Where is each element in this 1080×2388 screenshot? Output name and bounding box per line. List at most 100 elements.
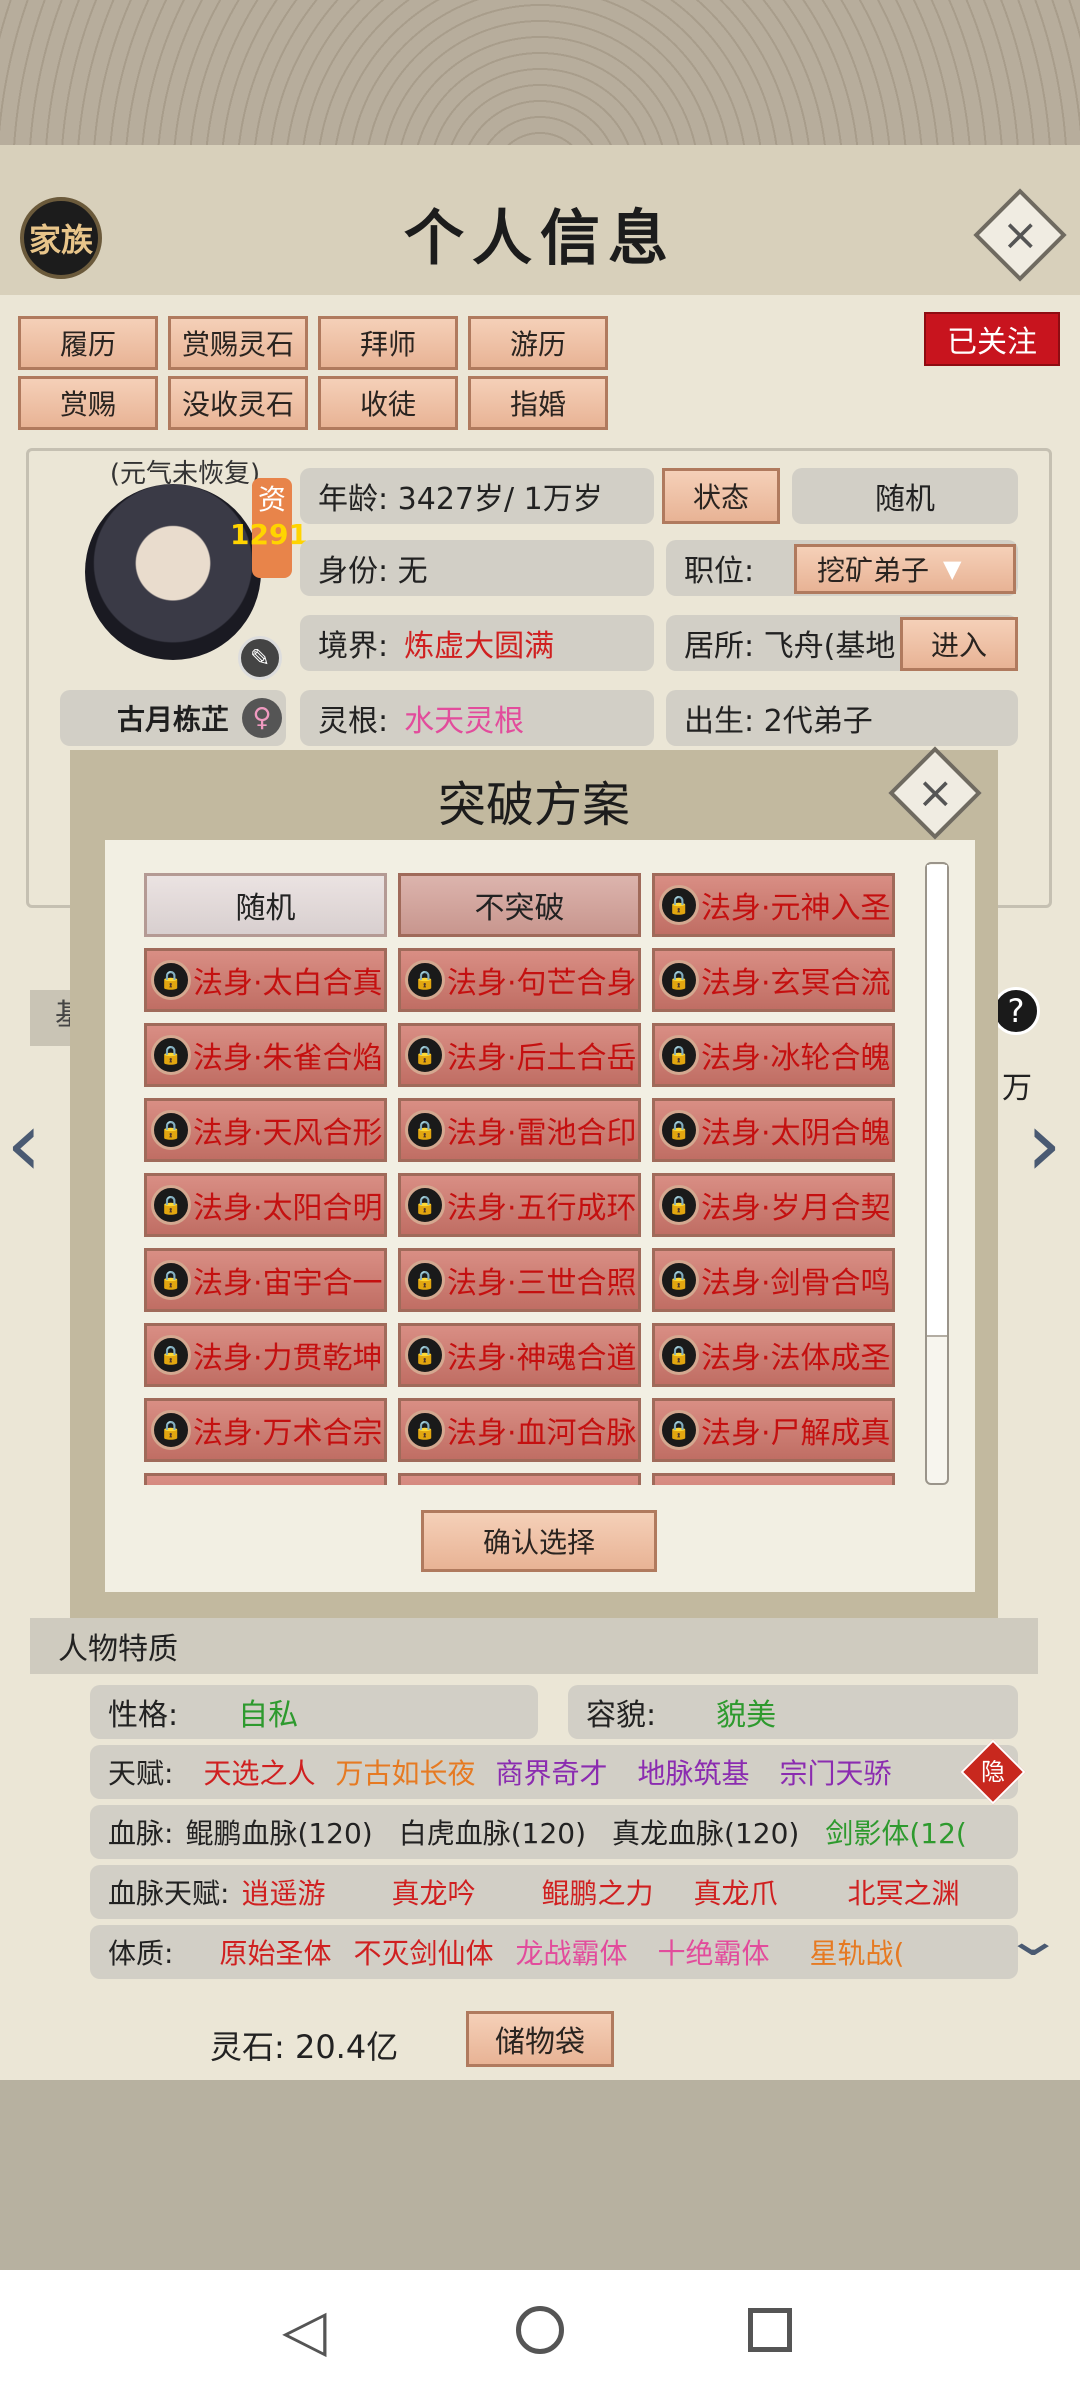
breakthrough-option[interactable]: 🔒 法身·太白合真 [144, 948, 387, 1012]
talent-item: 宗门天骄 [779, 1757, 892, 1790]
option-label: 随机 [235, 891, 296, 926]
back-icon[interactable]: ◁ [282, 2296, 327, 2364]
breakthrough-option[interactable]: 🔒 法身·朱雀合焰 [144, 1023, 387, 1087]
realm-value: 炼虚大圆满 [404, 629, 555, 664]
character-name-text: 古月栋芷 [116, 703, 229, 736]
breakthrough-option[interactable]: 🔒 法身·句芒合身 [398, 948, 641, 1012]
option-label: 法身·岁月合契 [701, 1191, 891, 1226]
breakthrough-option[interactable]: 🔒 法身·剑骨合鸣 [652, 1248, 895, 1312]
lock-icon: 🔒 [659, 1185, 699, 1225]
breakthrough-option[interactable]: 🔒 法身·冰轮合魄 [652, 1023, 895, 1087]
confirm-button[interactable]: 确认选择 [421, 1510, 657, 1572]
home-icon[interactable] [516, 2306, 564, 2354]
bloodline-talent-item: 真龙爪 [693, 1877, 778, 1910]
breakthrough-option[interactable]: 🔒 法身·血河合脉 [398, 1398, 641, 1462]
breakthrough-option[interactable]: 🔒 法身·三世合照 [398, 1248, 641, 1312]
breakthrough-option[interactable]: 🔒 法身·太阳合明 [144, 1173, 387, 1237]
breakthrough-option-partial[interactable] [398, 1473, 641, 1485]
lock-icon: 🔒 [405, 1335, 445, 1375]
option-label: 法身·神魂合道 [447, 1341, 637, 1376]
aptitude-value: 1291 [230, 518, 308, 551]
spirit-stone-count: 灵石: 20.4亿 [210, 2028, 399, 2066]
lock-icon: 🔒 [151, 1410, 191, 1450]
bloodline-talent-label: 血脉天赋: [108, 1877, 230, 1910]
enter-button[interactable]: 进入 [900, 617, 1018, 671]
looks-row: 容貌: 貌美 [568, 1685, 1018, 1739]
apprentice-button[interactable]: 拜师 [318, 316, 458, 370]
lock-icon: 🔒 [659, 1110, 699, 1150]
lock-icon: 🔒 [151, 1035, 191, 1075]
breakthrough-option[interactable]: 🔒 法身·玄冥合流 [652, 948, 895, 1012]
lock-icon: 🔒 [405, 1110, 445, 1150]
reward-stones-button[interactable]: 赏赐灵石 [168, 316, 308, 370]
birth-row: 出生: 2代弟子 [666, 690, 1018, 746]
breakthrough-option[interactable]: 🔒 法身·神魂合道 [398, 1323, 641, 1387]
arrange-marriage-button[interactable]: 指婚 [468, 376, 608, 430]
option-label: 法身·天风合形 [193, 1116, 383, 1151]
breakthrough-option[interactable]: 🔒 法身·法体成圣 [652, 1323, 895, 1387]
breakthrough-option[interactable]: 🔒 法身·力贯乾坤 [144, 1323, 387, 1387]
lock-icon: 🔒 [405, 1410, 445, 1450]
expand-chevron-icon[interactable]: ⌄ [1002, 1912, 1064, 1966]
position-select[interactable]: 挖矿弟子 ▼ [794, 544, 1016, 594]
random-button[interactable]: 随机 [792, 468, 1018, 524]
bloodline-talent-item: 鲲鹏之力 [541, 1877, 654, 1910]
breakthrough-option-partial[interactable] [652, 1473, 895, 1485]
breakthrough-option[interactable]: 不突破 [398, 873, 641, 937]
position-value: 挖矿弟子 [817, 554, 930, 587]
reward-button[interactable]: 赏赐 [18, 376, 158, 430]
physique-item: 原始圣体 [219, 1937, 332, 1970]
option-label: 法身·五行成环 [447, 1191, 637, 1226]
hide-badge-label: 隐 [981, 1758, 1005, 1786]
physique-item: 星轨战( [809, 1937, 905, 1970]
edit-icon[interactable]: ✎ [238, 636, 282, 680]
breakthrough-option[interactable]: 🔒 法身·五行成环 [398, 1173, 641, 1237]
option-label: 法身·法体成圣 [701, 1341, 891, 1376]
breakthrough-option-partial[interactable] [144, 1473, 387, 1485]
breakthrough-option[interactable]: 🔒 法身·后土合岳 [398, 1023, 641, 1087]
talent-item: 商界奇才 [495, 1757, 608, 1790]
physique-row: 体质: 原始圣体 不灭剑仙体 龙战霸体 十绝霸体 星轨战( [90, 1925, 1018, 1979]
scrollbar-thumb[interactable] [927, 865, 947, 1337]
breakthrough-option[interactable]: 🔒 法身·岁月合契 [652, 1173, 895, 1237]
talent-item: 天选之人 [203, 1757, 316, 1790]
breakthrough-option[interactable]: 🔒 法身·天风合形 [144, 1098, 387, 1162]
female-icon: ♀ [242, 698, 282, 738]
talent-item: 地脉筑基 [637, 1757, 750, 1790]
next-arrow-icon[interactable]: › [1026, 1100, 1062, 1190]
bloodline-talent-item: 北冥之渊 [847, 1877, 960, 1910]
breakthrough-option[interactable]: 🔒 法身·万术合宗 [144, 1398, 387, 1462]
followed-badge[interactable]: 已关注 [924, 312, 1060, 366]
option-label: 法身·冰轮合魄 [701, 1041, 891, 1076]
option-label: 法身·万术合宗 [193, 1416, 383, 1451]
storage-bag-button[interactable]: 储物袋 [466, 2011, 614, 2067]
confiscate-stones-button[interactable]: 没收灵石 [168, 376, 308, 430]
bloodline-item: 真龙血脉(120) [612, 1817, 800, 1850]
lock-icon: 🔒 [405, 960, 445, 1000]
option-label: 法身·力贯乾坤 [193, 1341, 383, 1376]
help-icon[interactable]: ? [992, 987, 1040, 1035]
recents-icon[interactable] [748, 2308, 792, 2352]
travel-button[interactable]: 游历 [468, 316, 608, 370]
prev-arrow-icon[interactable]: ‹ [6, 1100, 42, 1190]
lock-icon: 🔒 [151, 1260, 191, 1300]
breakthrough-option[interactable]: 🔒 法身·元神入圣 [652, 873, 895, 937]
breakthrough-option[interactable]: 随机 [144, 873, 387, 937]
breakthrough-option[interactable]: 🔒 法身·雷池合印 [398, 1098, 641, 1162]
take-disciple-button[interactable]: 收徒 [318, 376, 458, 430]
lock-icon: 🔒 [405, 1035, 445, 1075]
breakthrough-option[interactable]: 🔒 法身·宙宇合一 [144, 1248, 387, 1312]
status-button[interactable]: 状态 [662, 468, 780, 524]
avatar[interactable] [85, 484, 261, 660]
personality-value: 自私 [238, 1698, 299, 1733]
breakthrough-option[interactable]: 🔒 法身·太阴合魄 [652, 1098, 895, 1162]
lock-icon: 🔒 [659, 1260, 699, 1300]
breakthrough-option[interactable]: 🔒 法身·尸解成真 [652, 1398, 895, 1462]
realm-row: 境界: 炼虚大圆满 [300, 615, 654, 671]
history-button[interactable]: 履历 [18, 316, 158, 370]
bloodline-item: 鲲鹏血脉(120) [185, 1817, 373, 1850]
option-grid: 随机 不突破 🔒 法身·元神入圣 🔒 法身·太白合真 🔒 法身·句芒合身 🔒 法身·玄冥合流 🔒 法身… [144, 873, 914, 1485]
talent-label: 天赋: [108, 1757, 174, 1790]
bloodline-talent-item: 真龙吟 [391, 1877, 476, 1910]
page-title: 个人信息 [404, 204, 676, 274]
